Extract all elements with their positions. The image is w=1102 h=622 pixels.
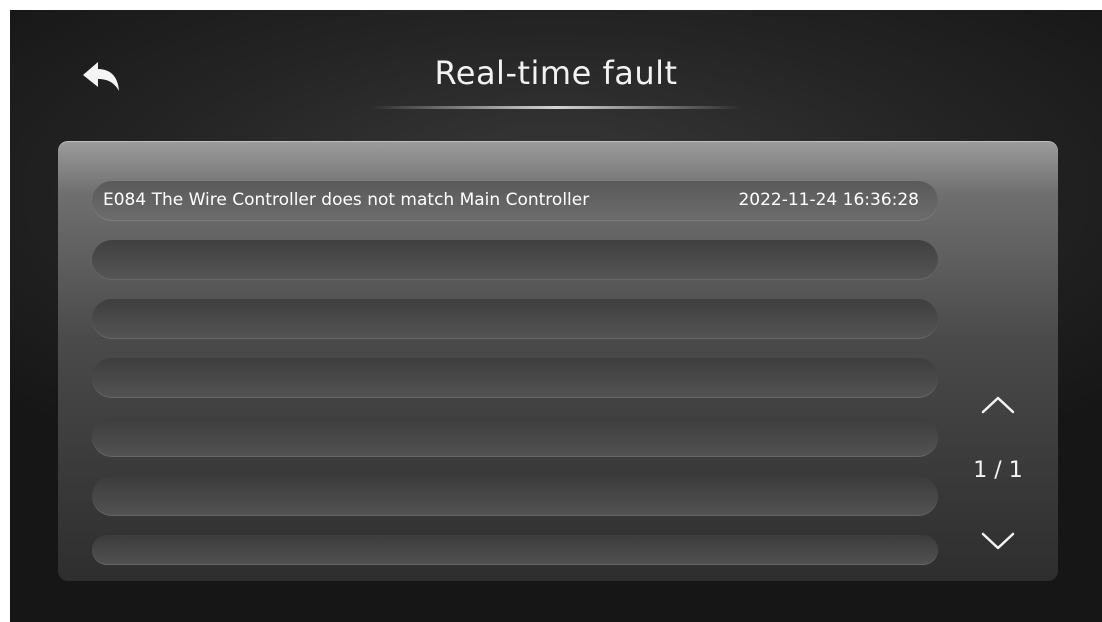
fault-row[interactable] (92, 535, 938, 565)
pager: 1 / 1 (962, 390, 1032, 560)
chevron-up-icon (981, 396, 1015, 414)
fault-row[interactable]: E084 The Wire Controller does not match … (92, 181, 938, 221)
page-indicator: 1 / 1 (973, 458, 1023, 483)
fault-row[interactable] (92, 299, 938, 339)
header: Real-time fault (10, 10, 1102, 130)
fault-row[interactable] (92, 358, 938, 398)
fault-row[interactable] (92, 417, 938, 457)
fault-timestamp: 2022-11-24 16:36:28 (738, 190, 919, 210)
fault-row[interactable] (92, 240, 938, 280)
fault-row[interactable] (92, 476, 938, 516)
page-up-button[interactable] (978, 390, 1018, 420)
chevron-down-icon (981, 532, 1015, 550)
page-title: Real-time fault (434, 54, 678, 92)
fault-description: E084 The Wire Controller does not match … (103, 190, 590, 210)
title-underline (370, 106, 742, 109)
fault-panel: E084 The Wire Controller does not match … (58, 141, 1058, 581)
screen: Real-time fault E084 The Wire Controller… (10, 10, 1102, 622)
page-down-button[interactable] (978, 526, 1018, 556)
